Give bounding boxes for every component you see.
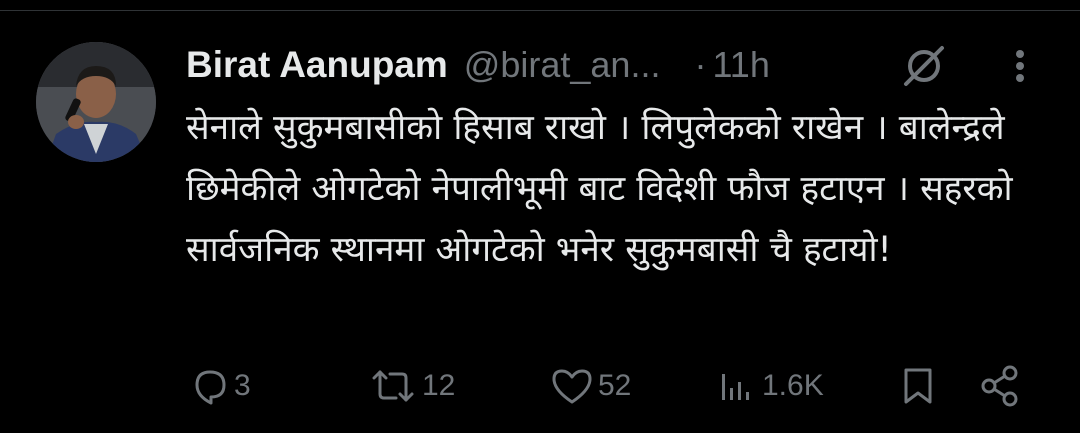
repost-button[interactable]: 12 xyxy=(368,356,455,416)
timestamp[interactable]: 11h xyxy=(712,44,769,86)
author-name[interactable]: Birat Aanupam xyxy=(186,44,448,86)
views-button[interactable]: 1.6K xyxy=(718,356,824,416)
separator-dot: · xyxy=(694,44,707,85)
more-icon[interactable] xyxy=(1005,46,1035,86)
bookmark-button[interactable] xyxy=(898,356,938,416)
views-icon xyxy=(722,374,749,400)
reply-count: 3 xyxy=(234,369,251,402)
tweet-text: सेनाले सुकुमबासीको हिसाब राखो । लिपुलेकक… xyxy=(186,108,1013,270)
action-bar: 3 12 52 1.6K xyxy=(0,356,1080,416)
views-count: 1.6K xyxy=(762,369,824,402)
share-icon xyxy=(981,365,1018,407)
reply-button[interactable]: 3 xyxy=(190,356,251,416)
bookmark-icon xyxy=(904,368,932,404)
tweet-header: Birat Aanupam @birat_an... · 11h xyxy=(186,40,770,90)
grok-icon[interactable] xyxy=(900,44,948,88)
share-button[interactable] xyxy=(978,356,1022,416)
repost-icon xyxy=(372,370,414,402)
reply-icon xyxy=(195,370,226,405)
avatar[interactable] xyxy=(36,42,156,162)
repost-count: 12 xyxy=(422,369,456,402)
divider xyxy=(0,10,1080,11)
author-handle[interactable]: @birat_an... xyxy=(464,44,661,86)
like-icon xyxy=(552,369,592,404)
like-count: 52 xyxy=(598,369,632,402)
like-button[interactable]: 52 xyxy=(550,356,631,416)
